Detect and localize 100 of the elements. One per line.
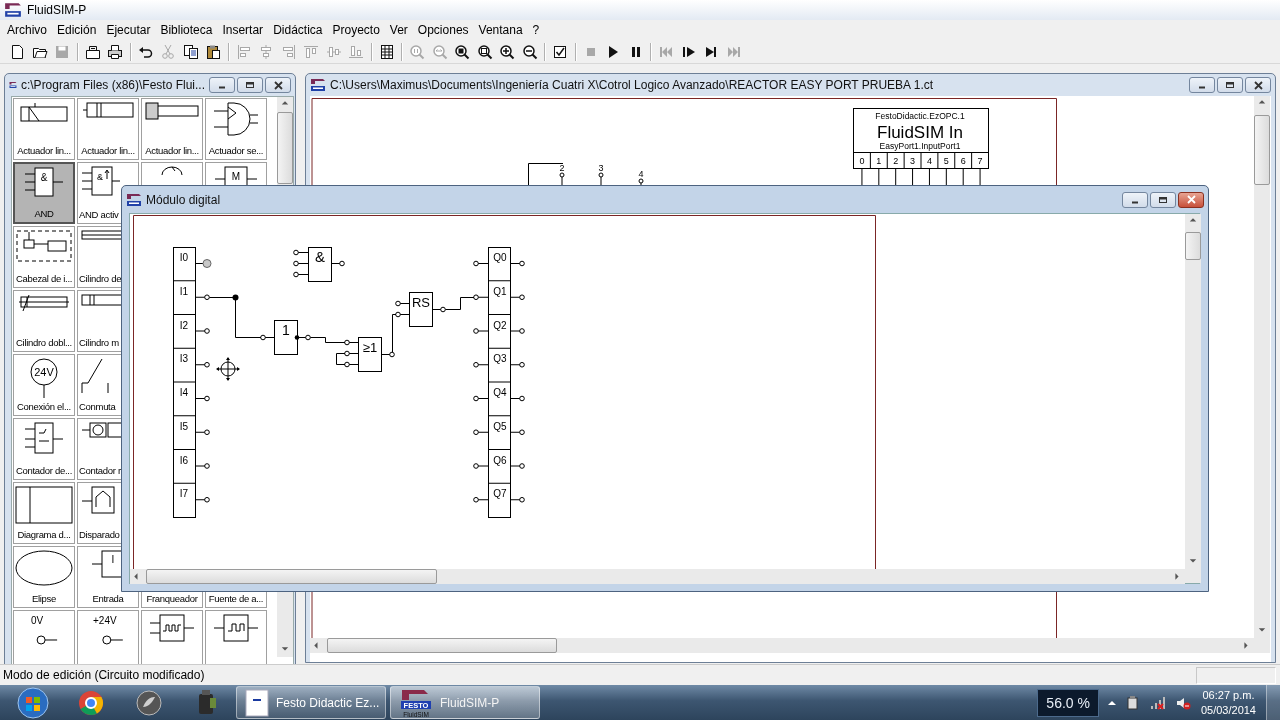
show-desktop-button[interactable] xyxy=(1266,685,1280,720)
connector-pin[interactable] xyxy=(195,328,210,334)
library-item[interactable]: Actuador lin... xyxy=(77,98,139,160)
connector-pin[interactable] xyxy=(510,463,525,469)
library-item[interactable]: +24V xyxy=(77,610,139,664)
connector-pin[interactable] xyxy=(344,339,359,346)
network-icon[interactable] xyxy=(1148,694,1167,711)
connector-pin[interactable] xyxy=(510,328,525,334)
library-item[interactable]: Diagrama d... xyxy=(13,482,75,544)
connector-pin[interactable] xyxy=(473,260,489,267)
folder-icon[interactable] xyxy=(84,43,101,60)
connector-pin[interactable] xyxy=(297,334,311,341)
paste-icon[interactable] xyxy=(205,43,222,60)
library-item[interactable] xyxy=(141,610,203,664)
magnifier-icon[interactable] xyxy=(454,43,471,60)
menu-item[interactable]: Didáctica xyxy=(268,23,328,37)
taskbar-button[interactable]: Festo Didactic Ez... xyxy=(236,686,386,719)
maximize-button[interactable] xyxy=(237,77,263,93)
connector-pin[interactable] xyxy=(293,271,309,278)
connector-pin[interactable] xyxy=(473,496,489,503)
disc-icon[interactable] xyxy=(135,688,163,717)
connector-pin[interactable] xyxy=(195,395,210,402)
menu-item[interactable]: Ver xyxy=(384,23,413,37)
library-item[interactable]: 0V xyxy=(13,610,75,664)
logic-gate[interactable]: RS xyxy=(409,292,433,327)
library-item[interactable]: Elipse xyxy=(13,546,75,608)
menu-item[interactable]: Edición xyxy=(52,23,102,37)
menu-item[interactable]: Ventana xyxy=(473,23,528,37)
scroll-thumb[interactable] xyxy=(327,638,557,653)
horizontal-scrollbar[interactable] xyxy=(130,569,1185,584)
scroll-thumb[interactable] xyxy=(277,112,293,184)
library-item[interactable]: Actuador lin... xyxy=(141,98,203,160)
magnifier-icon[interactable] xyxy=(476,43,493,60)
library-item[interactable]: Contador de... xyxy=(13,418,75,480)
connector-pin[interactable] xyxy=(510,496,525,503)
connector-pin[interactable] xyxy=(473,361,489,368)
check-icon[interactable] xyxy=(552,43,569,60)
connector-pin[interactable] xyxy=(510,294,525,301)
menu-item[interactable]: Biblioteca xyxy=(155,23,218,37)
connector-pin[interactable] xyxy=(344,350,359,357)
connector-pin[interactable] xyxy=(195,496,210,503)
library-item[interactable]: Cilindro dobl... xyxy=(13,290,75,352)
library-item[interactable]: Actuador lin... xyxy=(13,98,75,160)
connector-pin[interactable] xyxy=(473,294,489,301)
horizontal-scrollbar[interactable] xyxy=(310,638,1254,653)
maximize-button[interactable] xyxy=(1217,77,1243,93)
connector-pin[interactable] xyxy=(432,306,446,313)
logic-gate[interactable]: & xyxy=(308,247,332,282)
connector-pin[interactable] xyxy=(293,249,309,256)
connector-pin[interactable] xyxy=(395,300,410,307)
menu-item[interactable]: Archivo xyxy=(2,23,52,37)
menu-item[interactable]: ? xyxy=(527,23,545,37)
printer-icon[interactable] xyxy=(107,43,124,60)
connector-pin[interactable] xyxy=(473,395,489,402)
maximize-button[interactable] xyxy=(1150,191,1176,208)
connector-pin[interactable] xyxy=(195,429,210,436)
connector-pin[interactable] xyxy=(195,463,210,469)
library-item[interactable]: 24V Conexión el... xyxy=(13,354,75,416)
library-item[interactable] xyxy=(205,610,267,664)
close-button[interactable] xyxy=(1245,77,1271,93)
connector-pin[interactable] xyxy=(395,311,410,318)
new-file-icon[interactable] xyxy=(9,43,26,60)
connector-pin[interactable] xyxy=(473,429,489,436)
connector-pin[interactable] xyxy=(195,259,212,268)
menu-item[interactable]: Opciones xyxy=(412,23,474,37)
start-button[interactable] xyxy=(14,685,52,720)
connector-pin[interactable] xyxy=(510,429,525,436)
connector-pin[interactable] xyxy=(510,260,525,267)
browser-icon[interactable] xyxy=(77,688,105,717)
zoom-out-icon[interactable] xyxy=(521,43,538,60)
scroll-thumb[interactable] xyxy=(1254,115,1270,185)
close-button[interactable] xyxy=(1178,191,1204,208)
scroll-thumb[interactable] xyxy=(146,569,437,584)
connector-pin[interactable] xyxy=(559,172,565,186)
connector-pin[interactable] xyxy=(473,328,489,334)
library-item[interactable]: & AND xyxy=(13,162,75,224)
library-item[interactable]: Cabezal de i... xyxy=(13,226,75,288)
menu-item[interactable]: Ejecutar xyxy=(101,23,156,37)
connector-pin[interactable] xyxy=(510,395,525,402)
connector-pin[interactable] xyxy=(598,172,604,186)
connector-pin[interactable] xyxy=(473,463,489,469)
connector-pin[interactable] xyxy=(510,361,525,368)
device-icon[interactable] xyxy=(1124,694,1141,711)
logic-gate[interactable]: 1 xyxy=(274,320,298,355)
connector-pin[interactable] xyxy=(260,334,275,341)
close-button[interactable] xyxy=(265,77,291,93)
grid-icon[interactable] xyxy=(378,43,395,60)
connector-pin[interactable] xyxy=(293,260,309,267)
copy-icon[interactable] xyxy=(182,43,199,60)
zoom-in-icon[interactable] xyxy=(499,43,516,60)
vertical-scrollbar[interactable] xyxy=(1185,214,1201,569)
connector-pin[interactable] xyxy=(381,351,395,358)
connector-pin[interactable] xyxy=(331,260,345,267)
logic-gate[interactable]: ≥1 xyxy=(358,337,382,372)
scroll-thumb[interactable] xyxy=(1185,232,1201,260)
library-item[interactable]: Actuador se... xyxy=(205,98,267,160)
connector-pin[interactable] xyxy=(195,294,210,301)
menu-item[interactable]: Insertar xyxy=(217,23,269,37)
menu-item[interactable]: Proyecto xyxy=(327,23,385,37)
vertical-scrollbar[interactable] xyxy=(1254,96,1270,638)
